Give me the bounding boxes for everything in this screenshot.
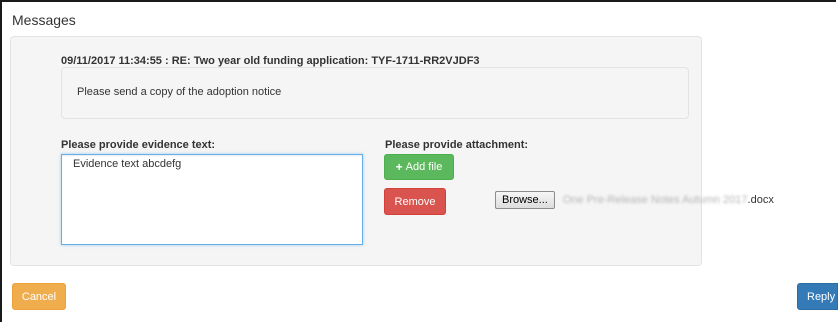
cancel-button[interactable]: Cancel [12, 283, 66, 310]
cancel-label: Cancel [21, 290, 57, 303]
message-box: Please send a copy of the adoption notic… [61, 67, 689, 119]
plus-icon: + [395, 160, 403, 174]
add-file-label: Add file [405, 161, 443, 173]
selected-file-name: One Pre-Release Notes Autumn 2017.docx [563, 194, 774, 206]
reply-label: Reply [807, 290, 836, 303]
remove-label: Remove [394, 195, 436, 208]
add-file-button[interactable]: + Add file [384, 154, 454, 180]
file-input-row: Browse... One Pre-Release Notes Autumn 2… [495, 191, 774, 209]
page-title: Messages [12, 12, 76, 28]
evidence-label: Please provide evidence text: [61, 139, 216, 151]
reply-button[interactable]: Reply [797, 283, 838, 310]
file-name-extension: .docx [747, 194, 774, 206]
file-name-blurred: One Pre-Release Notes Autumn 2017 [562, 194, 748, 206]
remove-button[interactable]: Remove [384, 188, 446, 215]
message-panel: 09/11/2017 11:34:55 : RE: Two year old f… [10, 36, 774, 266]
attachment-label: Please provide attachment: [385, 139, 529, 151]
evidence-textarea[interactable]: Evidence text abcdefg [61, 154, 363, 245]
message-header: 09/11/2017 11:34:55 : RE: Two year old f… [61, 55, 480, 67]
message-body: Please send a copy of the adoption notic… [77, 86, 282, 98]
browse-button[interactable]: Browse... [495, 191, 555, 209]
